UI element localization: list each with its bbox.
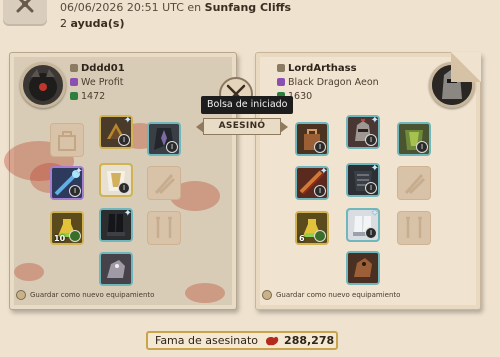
- victim-food-slot[interactable]: [147, 211, 181, 245]
- victim-avatar[interactable]: [20, 62, 66, 108]
- kill-datetime: 06/06/2026 20:51 UTC: [60, 1, 184, 14]
- assists-count: 2 ayuda(s): [60, 17, 125, 30]
- rarity-star-icon: ✦: [123, 208, 132, 219]
- killer-save-loadout[interactable]: Guardar como nuevo equipamiento: [262, 290, 400, 300]
- kill-fame-value: 288,278: [284, 334, 335, 347]
- victim-guild: We Profit: [70, 77, 123, 88]
- rarity-star-icon: ✦: [370, 115, 379, 126]
- rarity-star-icon: ✦: [74, 166, 83, 177]
- killer-panel: LordArthass Black Dragon Aeon 1630 I ✦ I…: [255, 52, 481, 310]
- victim-potion-slot[interactable]: 10: [50, 211, 84, 245]
- kill-fame-label: Fama de asesinato: [155, 334, 259, 347]
- kill-header: 06/06/2026 20:51 UTC en Sunfang Cliffs 2…: [0, 0, 500, 44]
- kill-result-ribbon: ASESINÓ: [196, 118, 288, 135]
- fame-drop-icon: [266, 336, 279, 345]
- victim-mount-slot[interactable]: [99, 252, 133, 286]
- guild-shield-icon: [277, 78, 285, 86]
- killer-bag-slot[interactable]: I: [295, 122, 329, 156]
- rarity-star-icon: ✦: [370, 208, 379, 219]
- killer-name[interactable]: LordArthass: [277, 63, 357, 74]
- killer-potion-slot[interactable]: 6: [295, 211, 329, 245]
- victim-weapon-slot[interactable]: ✦ I: [50, 166, 84, 200]
- victim-item-power: 1472: [70, 91, 105, 102]
- save-loadout-icon: [16, 290, 26, 300]
- killer-offhand-slot[interactable]: [397, 166, 431, 200]
- crossed-swords-icon: [3, 0, 47, 26]
- item-power-icon: [70, 92, 78, 100]
- victim-bag-slot[interactable]: [50, 123, 84, 157]
- save-loadout-icon: [262, 290, 272, 300]
- killer-chest-slot[interactable]: ✦ I: [346, 163, 380, 197]
- victim-cape-slot[interactable]: I: [147, 122, 181, 156]
- guild-shield-icon: [70, 78, 78, 86]
- killer-weapon-slot[interactable]: ✦ I: [295, 166, 329, 200]
- killer-mount-slot[interactable]: [346, 251, 380, 285]
- rarity-star-icon: ✦: [370, 163, 379, 174]
- potion-tier-badge: [314, 230, 326, 242]
- rarity-star-icon: ✦: [319, 166, 328, 177]
- killer-boots-slot[interactable]: ✦ I: [346, 208, 380, 242]
- assists-number: 2: [60, 17, 67, 30]
- killer-food-slot[interactable]: [397, 211, 431, 245]
- player-icon: [70, 64, 78, 72]
- killer-guild: Black Dragon Aeon: [277, 77, 379, 88]
- item-tooltip: Bolsa de iniciado: [201, 96, 294, 114]
- victim-save-loadout[interactable]: Guardar como nuevo equipamiento: [16, 290, 154, 300]
- victim-boots-slot[interactable]: ✦: [99, 208, 133, 242]
- killer-cape-slot[interactable]: I: [397, 122, 431, 156]
- victim-head-slot[interactable]: ✦ I: [99, 115, 133, 149]
- victim-chest-slot[interactable]: I: [99, 163, 133, 197]
- location-connector: en: [187, 1, 202, 14]
- assists-label: ayuda(s): [70, 17, 125, 30]
- kill-location: Sunfang Cliffs: [204, 1, 292, 14]
- potion-tier-badge: [69, 230, 81, 242]
- kill-fame-bar: Fama de asesinato 288,278: [146, 331, 338, 350]
- victim-name[interactable]: Dddd01: [70, 63, 125, 74]
- player-icon: [277, 64, 285, 72]
- killer-head-slot[interactable]: ✦ I: [346, 115, 380, 149]
- victim-panel: Dddd01 We Profit 1472 ✦ I I ✦ I I 10 ✦ G…: [4, 52, 237, 310]
- rarity-star-icon: ✦: [123, 115, 132, 126]
- kill-datetime-location: 06/06/2026 20:51 UTC en Sunfang Cliffs: [60, 1, 291, 14]
- victim-offhand-slot[interactable]: [147, 166, 181, 200]
- killer-avatar[interactable]: [429, 62, 475, 108]
